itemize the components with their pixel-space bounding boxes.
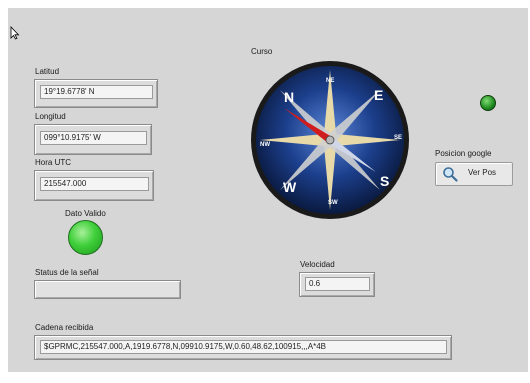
compass-letter-ne: NE (326, 78, 334, 84)
dato-valido-label: Dato Valido (65, 209, 106, 218)
curso-label: Curso (251, 47, 273, 56)
mouse-pointer-icon (10, 26, 20, 40)
compass-letter-sw: SW (328, 200, 338, 206)
position-led (480, 95, 496, 111)
compass-letter-se: SE (394, 135, 402, 141)
dato-valido-led (68, 220, 103, 255)
longitud-label: Longitud (35, 112, 66, 121)
ver-pos-button-label: Ver Pos (468, 168, 497, 177)
compass-letter-e: E (374, 87, 383, 103)
compass-letter-n: N (284, 89, 294, 105)
velocidad-indicator: 0.6 (299, 272, 375, 297)
hora-utc-label: Hora UTC (35, 158, 72, 167)
compass-letter-w: W (283, 179, 297, 195)
latitud-label: Latitud (35, 67, 60, 76)
magnifier-icon (443, 167, 458, 182)
hora-utc-value: 215547.000 (40, 177, 149, 191)
cadena-label: Cadena recibida (35, 323, 94, 332)
compass-letter-nw: NW (260, 142, 270, 148)
compass-letter-s: S (380, 173, 389, 189)
velocidad-label: Velocidad (300, 260, 335, 269)
ver-pos-button[interactable]: Ver Pos (435, 162, 513, 186)
cadena-value: $GPRMC,215547.000,A,1919.6778,N,09910.91… (40, 340, 447, 354)
longitud-indicator: 099°10.9175' W (34, 124, 152, 155)
status-indicator (34, 280, 181, 299)
status-label: Status de la señal (35, 268, 99, 277)
velocidad-value: 0.6 (305, 277, 370, 291)
compass-hub (325, 135, 335, 145)
hora-utc-indicator: 215547.000 (34, 170, 154, 201)
longitud-value: 099°10.9175' W (40, 131, 147, 145)
latitud-value: 19°19.6778' N (40, 85, 153, 99)
compass-gauge: N E S W NE SE SW NW (251, 61, 409, 219)
latitud-indicator: 19°19.6778' N (34, 79, 158, 108)
posicion-google-label: Posicion google (435, 149, 492, 158)
cadena-indicator: $GPRMC,215547.000,A,1919.6778,N,09910.91… (34, 335, 452, 360)
